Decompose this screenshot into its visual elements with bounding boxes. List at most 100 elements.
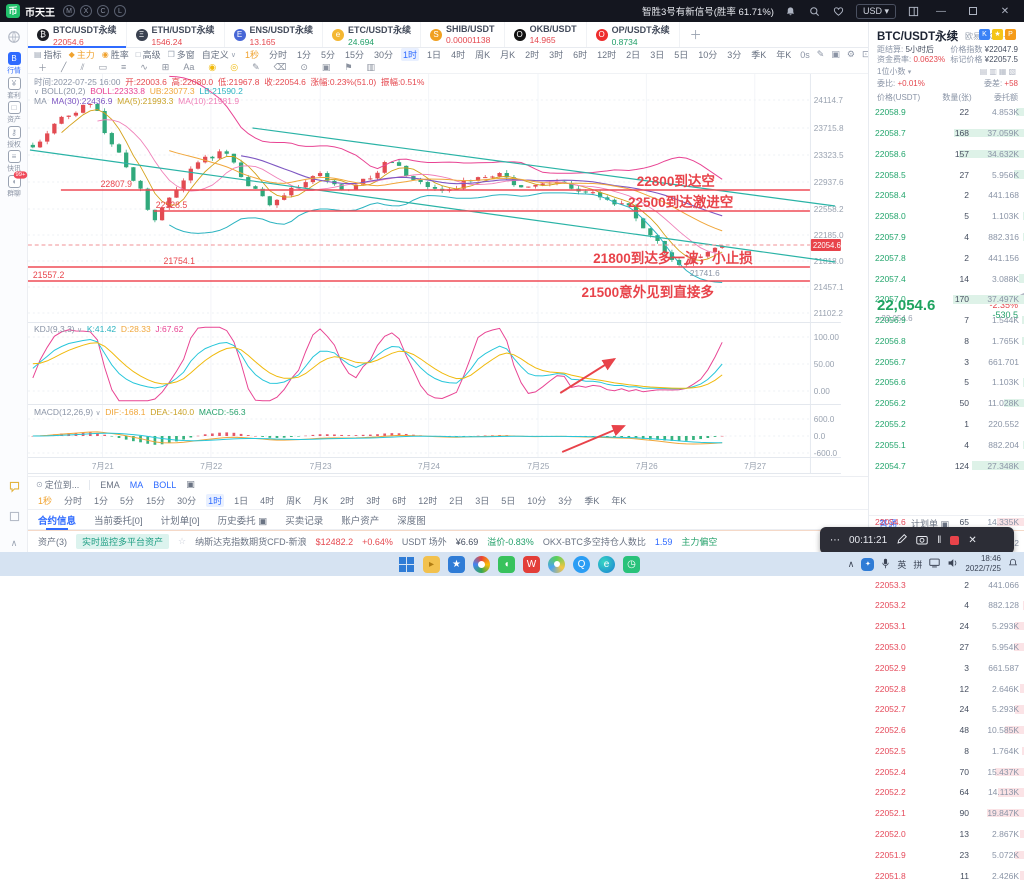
brush-icon[interactable]: ◉ xyxy=(208,62,216,73)
timeframe-周K[interactable]: 周K xyxy=(473,48,492,61)
text-tool-icon[interactable]: Aa xyxy=(183,62,194,72)
timeframe-15分[interactable]: 15分 xyxy=(343,48,366,61)
timeframe-5日[interactable]: 5日 xyxy=(499,494,517,507)
timeframe-季K[interactable]: 季K xyxy=(582,494,601,507)
orderbook-row[interactable]: 22056.651.103K xyxy=(869,377,1024,387)
timeframe-30分[interactable]: 30分 xyxy=(175,494,198,507)
timeframe-月K[interactable]: 月K xyxy=(498,48,517,61)
orderbook-row[interactable]: 22052.93661.587 xyxy=(869,663,1024,673)
grid-tool-icon[interactable]: ⊞ xyxy=(162,62,170,73)
tray-clock[interactable]: 18:462022/7/25 xyxy=(965,554,1001,573)
frame-icon[interactable]: ▣ xyxy=(322,62,331,73)
chart-region[interactable]: 7月217月227月237月247月257月267月2724114.723715… xyxy=(28,74,868,476)
timeframe-年K[interactable]: 年K xyxy=(609,494,628,507)
orderbook-row[interactable]: 22052.7245.293K xyxy=(869,704,1024,714)
orderbook-row[interactable]: 22057.82441.156 xyxy=(869,253,1024,263)
overlay-ma[interactable]: MA xyxy=(130,480,144,490)
sidebar-item-3[interactable]: □资产 xyxy=(0,101,28,125)
close-button[interactable]: ✕ xyxy=(994,3,1016,19)
speaker-icon[interactable] xyxy=(947,558,958,570)
timeframe-2日[interactable]: 2日 xyxy=(447,494,465,507)
timeframe-30分[interactable]: 30分 xyxy=(372,48,395,61)
chrome-icon[interactable] xyxy=(473,556,490,573)
pause-icon[interactable]: ‖ xyxy=(937,535,941,546)
bottom-tab-4[interactable]: 历史委托 ▣ xyxy=(218,510,268,530)
timeframe-12时[interactable]: 12时 xyxy=(416,494,439,507)
orderbook-row[interactable]: 22051.9235.072K xyxy=(869,850,1024,860)
timeframe-2时[interactable]: 2时 xyxy=(338,494,356,507)
layout-icon[interactable] xyxy=(906,4,920,18)
browser-360-icon[interactable] xyxy=(548,556,565,573)
bottom-tab-7[interactable]: 深度图 xyxy=(397,510,426,530)
maximize-button[interactable] xyxy=(962,3,984,19)
orderbook-row[interactable]: 22057.94882.316 xyxy=(869,232,1024,242)
orderbook-row[interactable]: 22052.26414.113K xyxy=(869,787,1024,797)
cast-display-icon[interactable] xyxy=(929,558,940,570)
horizontal-lines-icon[interactable]: ≡ xyxy=(121,62,126,72)
emoji-icon[interactable]: ◎ xyxy=(230,62,238,73)
pencil-icon[interactable]: ✎ xyxy=(252,62,260,73)
bottom-tab-1[interactable]: 合约信息 xyxy=(38,510,76,530)
trash-icon[interactable]: ▥ xyxy=(366,62,375,73)
signal-notification[interactable]: 智胜3号有新信号(胜率 61.71%) xyxy=(642,4,774,18)
monitor-chip[interactable]: 实时监控多平台资产 xyxy=(76,534,169,549)
timeframe-4时[interactable]: 4时 xyxy=(449,48,467,61)
orderbook-row[interactable]: 22058.42441.168 xyxy=(869,190,1024,200)
file-explorer-icon[interactable]: ▸ xyxy=(423,556,440,573)
overlay-ema[interactable]: EMA xyxy=(100,480,120,490)
instrument-tab-7[interactable]: OOP/USDT永续0.8734 xyxy=(587,22,680,47)
eraser-icon[interactable]: ⌫ xyxy=(274,62,287,73)
orderbook-row[interactable]: 22055.14882.204 xyxy=(869,440,1024,450)
timeframe-3时[interactable]: 3时 xyxy=(547,48,565,61)
more-icon[interactable]: ⋯ xyxy=(830,535,840,546)
orderbook-row[interactable]: 22052.0132.867K xyxy=(869,829,1024,839)
collapse-sidebar-icon[interactable]: ∧ xyxy=(0,538,28,549)
bell-icon[interactable] xyxy=(784,4,798,18)
orderbook-row[interactable]: 22052.64810.585K xyxy=(869,725,1024,735)
bottom-tab-5[interactable]: 买卖记录 xyxy=(285,510,323,530)
orderbook-row[interactable]: 22056.25011.028K xyxy=(869,398,1024,408)
timeframe-4时[interactable]: 4时 xyxy=(258,494,276,507)
windows-start-icon[interactable] xyxy=(398,556,415,573)
orderbook-row[interactable]: 22058.615734.632K xyxy=(869,149,1024,159)
timeframe-3分[interactable]: 3分 xyxy=(725,48,743,61)
feature-badge-star-icon[interactable]: ★ xyxy=(992,29,1003,40)
timeframe-3日[interactable]: 3日 xyxy=(648,48,666,61)
share-badge-icon[interactable]: X xyxy=(80,5,92,17)
main-force-toggle[interactable]: ◆主力 xyxy=(69,48,95,61)
timeframe-分时[interactable]: 分时 xyxy=(267,48,289,61)
star-app-icon[interactable]: ★ xyxy=(448,556,465,573)
timeframe-5分[interactable]: 5分 xyxy=(319,48,337,61)
orderbook-row[interactable]: 22052.19019.847K xyxy=(869,808,1024,818)
orderbook-row[interactable]: 22053.0275.954K xyxy=(869,642,1024,652)
orderbook-row[interactable]: 22053.24882.128 xyxy=(869,600,1024,610)
orderbook-row[interactable]: 22058.716837.059K xyxy=(869,128,1024,138)
minimize-button[interactable]: — xyxy=(930,3,952,19)
timeframe-1日[interactable]: 1日 xyxy=(425,48,443,61)
orderbook-row[interactable]: 22054.712427.348K xyxy=(869,460,1024,470)
tray-app-icon[interactable]: ✦ xyxy=(861,558,874,571)
timeframe-5日[interactable]: 5日 xyxy=(672,48,690,61)
panel-icon[interactable] xyxy=(0,510,28,528)
bottom-tab-2[interactable]: 当前委托[0] xyxy=(94,510,143,530)
timeframe-1秒[interactable]: 1秒 xyxy=(243,48,261,61)
decimals-selector[interactable]: 1位小数 ▾ xyxy=(877,66,911,77)
stop-record-icon[interactable] xyxy=(950,536,959,545)
feature-badge-p-icon[interactable]: P xyxy=(1005,29,1016,40)
clock-app-icon[interactable]: ◷ xyxy=(623,556,640,573)
edge-icon[interactable]: e xyxy=(598,556,615,573)
ime-pinyin-icon[interactable]: 拼 xyxy=(913,558,922,571)
timeframe-周K[interactable]: 周K xyxy=(284,494,303,507)
ime-english-icon[interactable]: 英 xyxy=(897,558,906,571)
wps-icon[interactable]: W xyxy=(523,556,540,573)
timeframe-2日[interactable]: 2日 xyxy=(624,48,642,61)
orderbook-row[interactable]: 22053.1245.293K xyxy=(869,621,1024,631)
timeframe-1时[interactable]: 1时 xyxy=(206,494,224,507)
feedback-icon[interactable] xyxy=(0,480,28,498)
orderbook-row[interactable]: 22054.66514.335K xyxy=(869,517,1024,527)
timeframe-10分[interactable]: 10分 xyxy=(525,494,548,507)
orderbook-row[interactable]: 22056.881.765K xyxy=(869,336,1024,346)
timeframe-年K[interactable]: 年K xyxy=(774,48,793,61)
timeframe-分时[interactable]: 分时 xyxy=(62,494,84,507)
timeframe-季K[interactable]: 季K xyxy=(749,48,768,61)
